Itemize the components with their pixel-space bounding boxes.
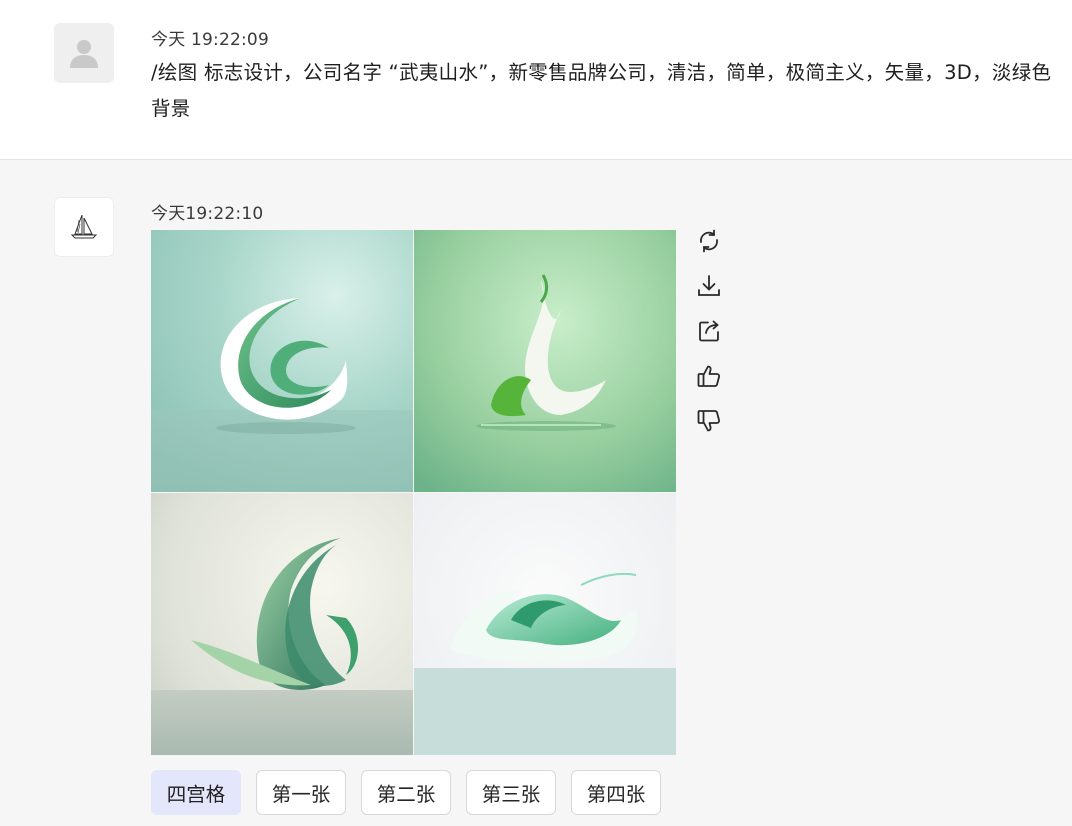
user-silhouette-icon: [70, 40, 98, 68]
image-actions: [694, 226, 726, 451]
user-message: 今天 19:22:09 /绘图 标志设计，公司名字 “武夷山水”，新零售品牌公司…: [0, 0, 1072, 160]
share-button[interactable]: [694, 316, 724, 346]
second-image-button[interactable]: 第二张: [361, 770, 451, 815]
user-avatar[interactable]: [54, 23, 114, 83]
user-timestamp: 今天 19:22:09: [151, 30, 269, 50]
image-tile-2[interactable]: [414, 230, 676, 492]
download-button[interactable]: [694, 271, 724, 301]
grid-button[interactable]: 四宫格: [151, 770, 241, 815]
thumbs-up-icon: [697, 365, 721, 387]
dislike-button[interactable]: [694, 406, 724, 436]
regenerate-button[interactable]: [694, 226, 724, 256]
bot-timestamp: 今天19:22:10: [151, 204, 264, 224]
third-image-button[interactable]: 第三张: [466, 770, 556, 815]
like-button[interactable]: [694, 361, 724, 391]
download-icon: [698, 275, 720, 296]
first-image-button[interactable]: 第一张: [256, 770, 346, 815]
thumbs-down-icon: [697, 410, 721, 432]
chat-page: 今天 19:22:09 /绘图 标志设计，公司名字 “武夷山水”，新零售品牌公司…: [0, 0, 1072, 826]
bot-avatar[interactable]: [54, 197, 114, 257]
share-icon: [699, 320, 719, 342]
image-select-buttons: 四宫格 第一张 第二张 第三张 第四张: [151, 770, 661, 815]
prompt-text: /绘图 标志设计，公司名字 “武夷山水”，新零售品牌公司，清洁，简单，极简主义，…: [151, 61, 1052, 120]
image-tile-1[interactable]: [151, 230, 413, 492]
refresh-icon: [700, 229, 718, 253]
sailboat-logo-icon: [70, 214, 98, 239]
image-tile-4[interactable]: [414, 493, 676, 755]
fourth-image-button[interactable]: 第四张: [571, 770, 661, 815]
image-tile-3[interactable]: [151, 493, 413, 755]
image-grid[interactable]: [151, 230, 676, 755]
